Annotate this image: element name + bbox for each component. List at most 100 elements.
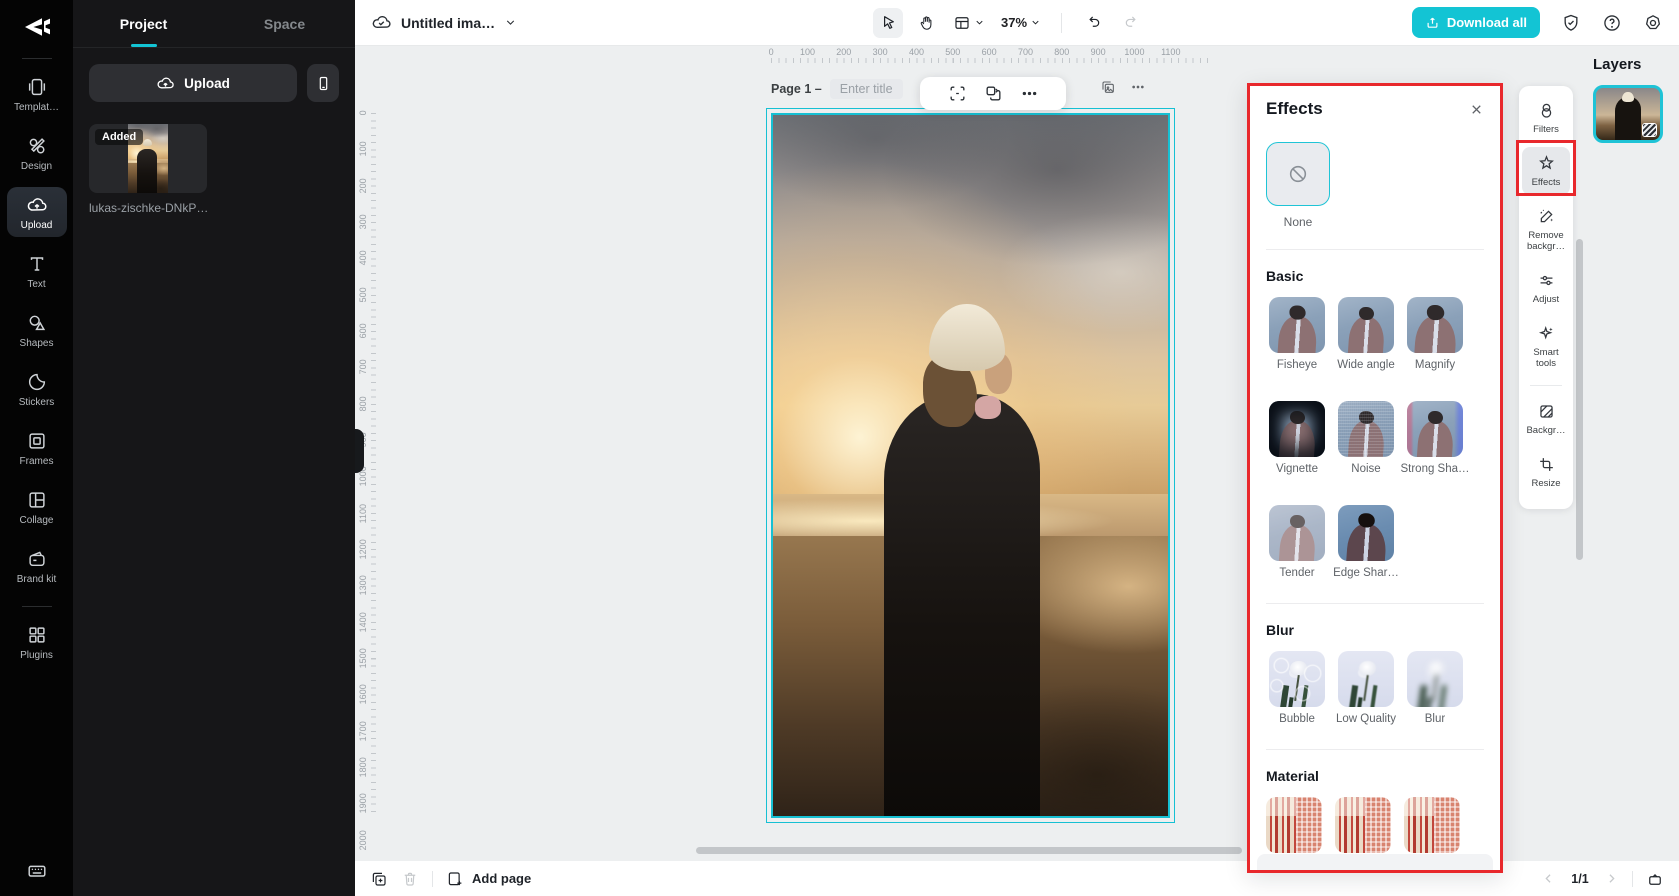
download-all-button[interactable]: Download all xyxy=(1411,7,1540,38)
chevron-down-icon xyxy=(1032,20,1039,25)
tool-filters[interactable]: Filters xyxy=(1522,94,1570,142)
sidebar-item-shapes[interactable]: Shapes xyxy=(7,305,67,355)
effects-panel-title: Effects xyxy=(1266,99,1323,118)
delete-page-button[interactable] xyxy=(401,870,419,888)
effect-option[interactable] xyxy=(1404,797,1460,853)
effect-label: Magnify xyxy=(1414,359,1456,371)
upload-from-phone-button[interactable] xyxy=(307,64,339,102)
effect-option[interactable]: Fisheye xyxy=(1266,297,1328,371)
layout-icon xyxy=(955,16,969,29)
tool-adjust[interactable]: Adjust xyxy=(1522,264,1570,312)
effect-preview-rose xyxy=(1269,651,1325,707)
ruler-number: 2000 xyxy=(358,829,368,850)
effect-option[interactable]: Strong Sha… xyxy=(1400,401,1470,475)
sidebar-item-label: Upload xyxy=(20,220,53,231)
sidebar-item-label: Design xyxy=(20,161,53,172)
effect-thumbnail xyxy=(1338,505,1394,561)
effect-preview-rose xyxy=(1338,651,1394,707)
safety-shield-icon[interactable] xyxy=(1561,13,1581,33)
sidebar-item-templates[interactable]: Templat… xyxy=(7,69,67,119)
layers-panel-title: Layers xyxy=(1593,56,1642,73)
tool-effects[interactable]: Effects xyxy=(1522,147,1570,195)
page-title-input[interactable]: Enter title xyxy=(829,79,903,99)
effect-option[interactable] xyxy=(1266,797,1322,853)
layer-item-image[interactable] xyxy=(1593,85,1663,143)
tool-background[interactable]: Backgr… xyxy=(1522,395,1570,443)
ruler-number: 600 xyxy=(981,47,997,57)
undo-button[interactable] xyxy=(1078,8,1108,38)
duplicate-page-icon[interactable] xyxy=(1100,79,1116,95)
redo-button[interactable] xyxy=(1116,8,1146,38)
ruler-number: 900 xyxy=(1090,47,1106,57)
effect-option[interactable]: Bubble xyxy=(1266,651,1328,725)
effect-option[interactable]: Magnify xyxy=(1404,297,1466,371)
page-more-icon[interactable] xyxy=(1130,79,1146,95)
settings-gear-icon[interactable] xyxy=(1643,13,1663,33)
sidebar-item-label: Shapes xyxy=(19,338,54,349)
horizontal-scrollbar[interactable] xyxy=(696,847,1242,854)
replace-image-icon[interactable] xyxy=(984,84,1003,103)
tool-remove-background[interactable]: Remove backgr… xyxy=(1522,200,1570,259)
divider xyxy=(1061,12,1063,33)
effect-preview-figure xyxy=(1269,505,1325,561)
effect-option[interactable]: Noise xyxy=(1335,401,1397,475)
effect-option[interactable]: Edge Shar… xyxy=(1333,505,1399,579)
export-page-button[interactable] xyxy=(1646,870,1664,888)
layout-tool-dropdown[interactable] xyxy=(949,10,989,36)
sidebar-item-frames[interactable]: Frames xyxy=(7,423,67,473)
sidebar-item-collage[interactable]: Collage xyxy=(7,482,67,532)
vertical-scrollbar[interactable] xyxy=(1576,239,1583,560)
effect-option[interactable]: Blur xyxy=(1404,651,1466,725)
effect-option[interactable]: Tender xyxy=(1266,505,1328,579)
effect-option[interactable]: Low Quality xyxy=(1335,651,1397,725)
effect-option[interactable] xyxy=(1335,797,1391,853)
next-page-button[interactable] xyxy=(1604,871,1619,886)
hand-tool-button[interactable] xyxy=(911,8,941,38)
tool-smart-tools[interactable]: Smart tools xyxy=(1522,317,1570,376)
upload-button[interactable]: Upload xyxy=(89,64,297,102)
effect-label: Noise xyxy=(1351,463,1381,475)
none-effect-swatch xyxy=(1266,142,1330,206)
select-tool-button[interactable] xyxy=(873,7,903,38)
layers-panel: Layers xyxy=(1593,56,1663,143)
tab-space[interactable]: Space xyxy=(214,0,355,47)
ruler-number: 800 xyxy=(358,396,368,412)
capcut-logo[interactable] xyxy=(20,10,54,44)
cursor-icon xyxy=(883,16,894,29)
crop-select-icon[interactable] xyxy=(948,84,967,103)
tool-resize[interactable]: Resize xyxy=(1522,448,1570,496)
add-page-button[interactable]: Add page xyxy=(446,870,531,888)
effect-option-none[interactable]: None xyxy=(1266,142,1330,229)
keyboard-shortcuts-icon[interactable] xyxy=(26,860,48,882)
canvas-image-selected[interactable] xyxy=(766,108,1175,823)
previous-page-button[interactable] xyxy=(1541,871,1556,886)
design-icon xyxy=(26,135,48,157)
effect-label: Strong Sha… xyxy=(1400,463,1470,475)
material-effects-grid xyxy=(1266,797,1484,853)
help-icon[interactable] xyxy=(1602,13,1622,33)
close-icon[interactable] xyxy=(1469,102,1484,117)
add-page-label: Add page xyxy=(472,871,532,886)
layer-background-badge-icon xyxy=(1642,123,1657,137)
more-options-icon[interactable] xyxy=(1020,84,1039,103)
document-title-menu[interactable]: Untitled ima… xyxy=(371,12,517,33)
divider xyxy=(1266,249,1484,250)
frames-icon xyxy=(26,430,48,452)
zoom-level-dropdown[interactable]: 37% xyxy=(997,11,1045,34)
effect-option[interactable]: Vignette xyxy=(1266,401,1328,475)
sidebar-item-plugins[interactable]: Plugins xyxy=(7,617,67,667)
duplicate-page-button[interactable] xyxy=(370,870,388,888)
sidebar-item-brand-kit[interactable]: Brand kit xyxy=(7,541,67,591)
sidebar-item-text[interactable]: Text xyxy=(7,246,67,296)
effect-preview-figure xyxy=(1269,401,1325,457)
sidebar-item-design[interactable]: Design xyxy=(7,128,67,178)
sidebar-item-stickers[interactable]: Stickers xyxy=(7,364,67,414)
image-tools-rail: Filters Effects Remove backgr… Adjust Sm… xyxy=(1519,86,1573,509)
sidebar-item-upload[interactable]: Upload xyxy=(6,187,67,237)
uploaded-asset-thumbnail[interactable]: Added xyxy=(89,124,207,193)
added-badge: Added xyxy=(95,129,144,145)
effect-option[interactable]: Wide angle xyxy=(1335,297,1397,371)
panel-collapse-handle[interactable] xyxy=(355,429,364,473)
tab-project[interactable]: Project xyxy=(73,0,214,47)
topbar-right-group: Download all xyxy=(1411,7,1663,38)
